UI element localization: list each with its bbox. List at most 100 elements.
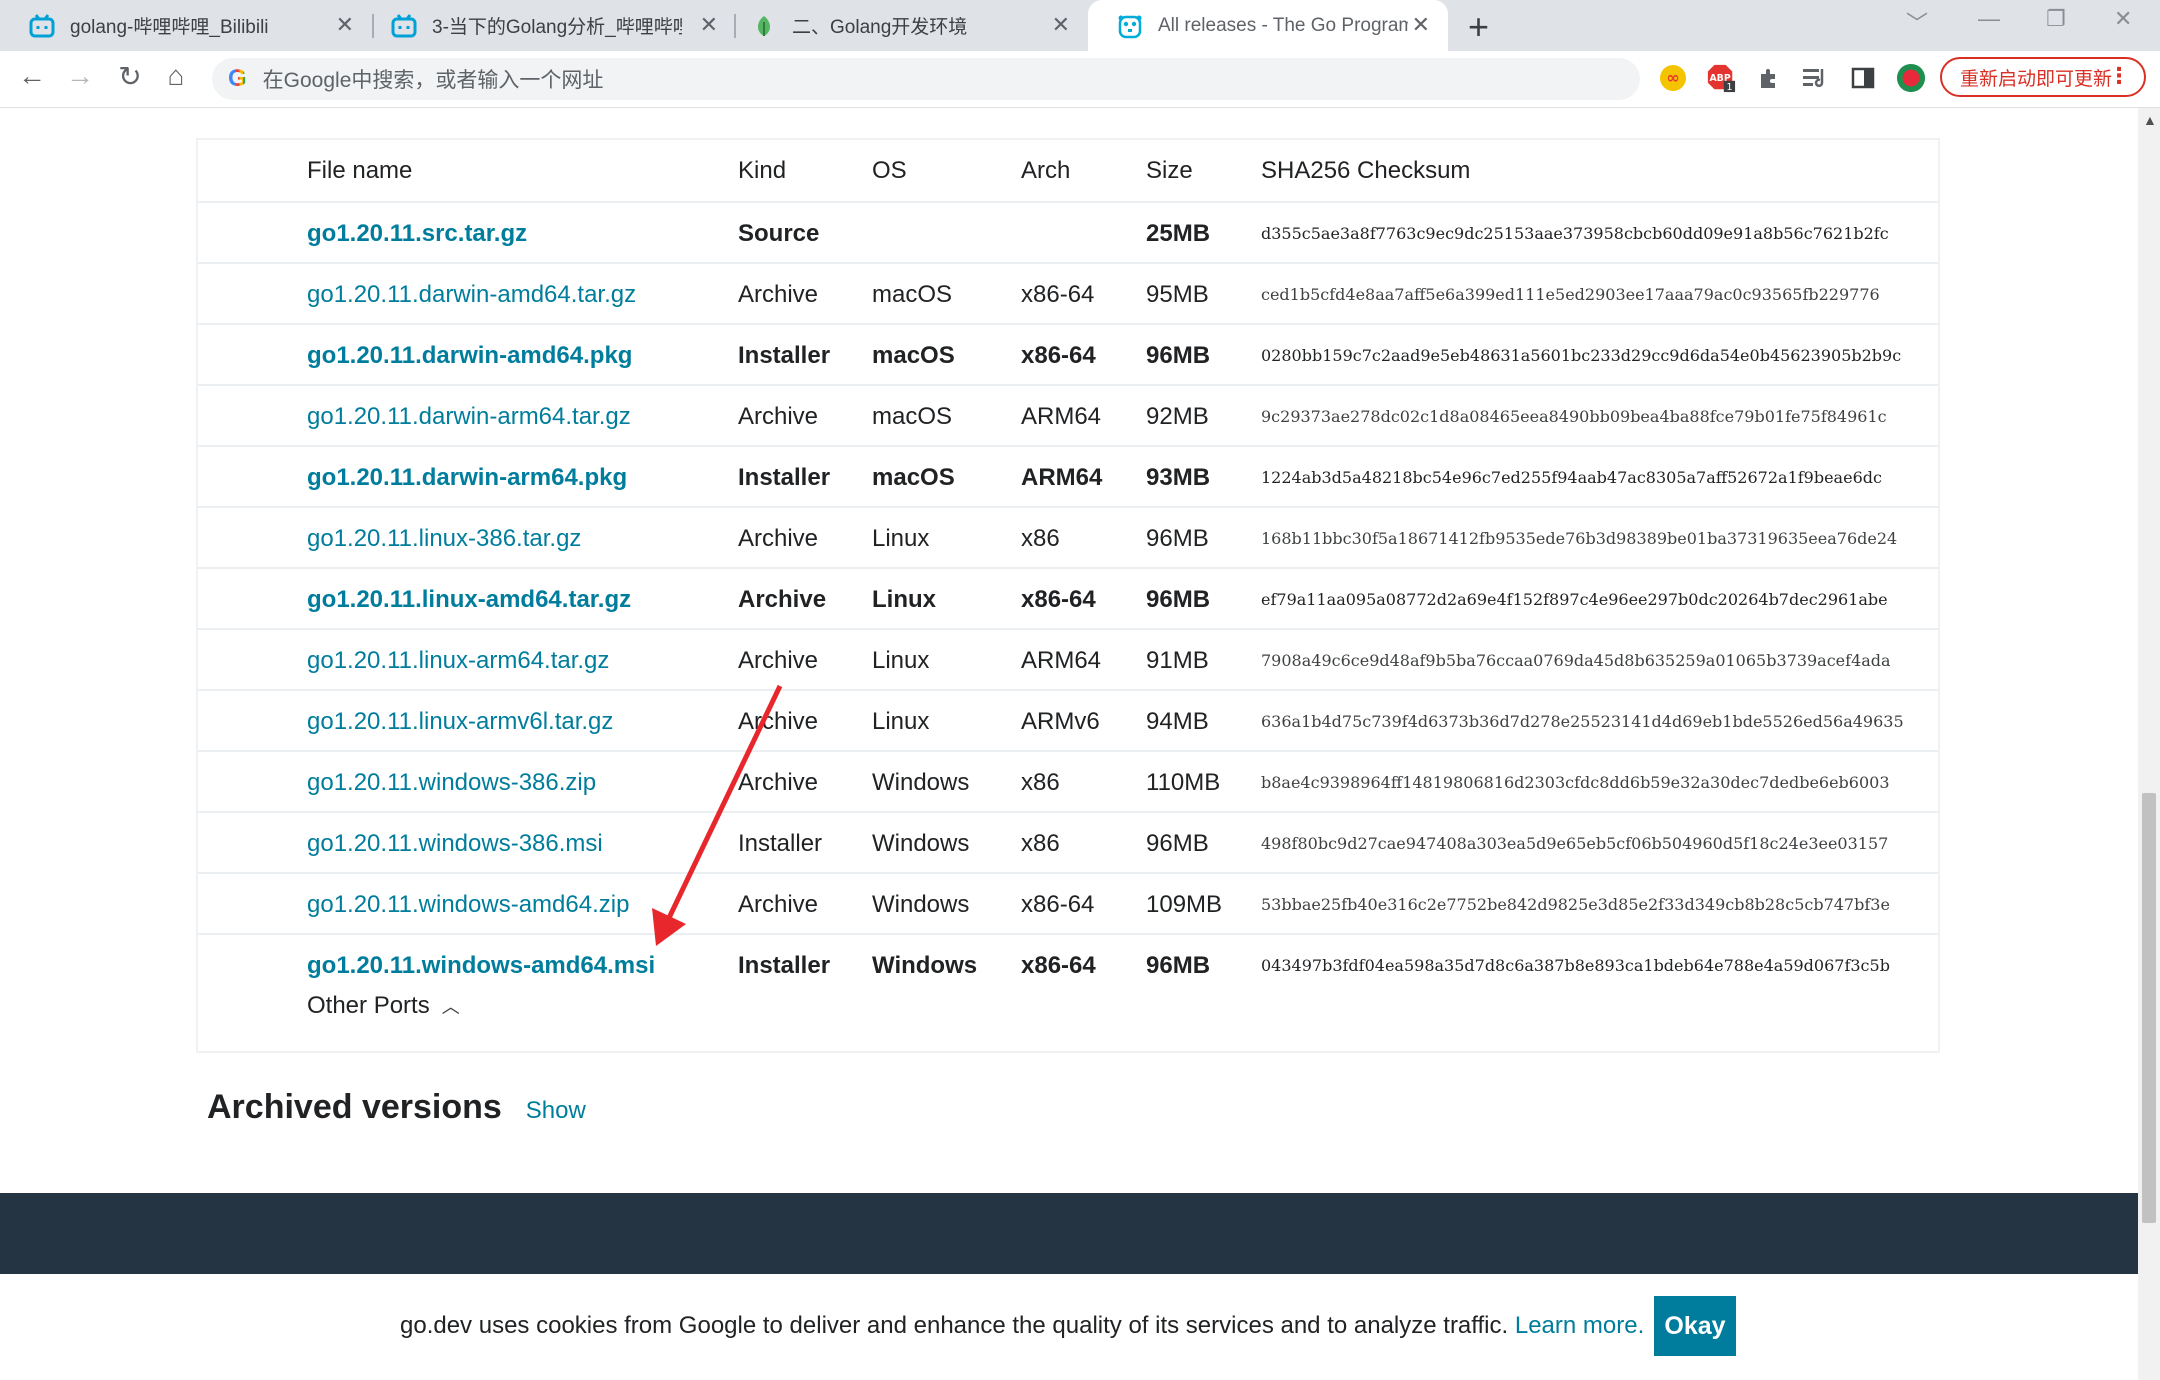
arch-cell: x86 bbox=[1021, 524, 1060, 552]
adblock-extension-icon[interactable]: ABP 1 bbox=[1706, 63, 1736, 93]
bilibili-icon bbox=[390, 12, 418, 40]
cookie-message-wrap: go.dev uses cookies from Google to deliv… bbox=[400, 1312, 1644, 1340]
close-icon[interactable]: ✕ bbox=[1052, 12, 1070, 38]
size-cell: 93MB bbox=[1146, 463, 1211, 491]
reload-icon[interactable]: ↻ bbox=[112, 60, 148, 93]
file-name-cell: go1.20.11.darwin-amd64.tar.gz bbox=[307, 264, 636, 325]
tab-search-chevron-icon[interactable]: ﹀ bbox=[1906, 6, 1928, 38]
relaunch-update-button[interactable]: 重新启动即可更新 ⋮ bbox=[1940, 57, 2146, 97]
infinity-extension-icon[interactable]: ∞ bbox=[1658, 63, 1688, 93]
file-name-cell: go1.20.11.linux-arm64.tar.gz bbox=[307, 630, 609, 691]
file-name-link[interactable]: go1.20.11.darwin-arm64.pkg bbox=[307, 464, 627, 492]
cookie-okay-button[interactable]: Okay bbox=[1654, 1296, 1736, 1356]
tab-golang-env[interactable]: 二、Golang开发环境 ✕ bbox=[722, 0, 1088, 51]
file-name-link[interactable]: go1.20.11.darwin-arm64.tar.gz bbox=[307, 403, 631, 431]
table-row: go1.20.11.linux-arm64.tar.gz Archive Linux… bbox=[198, 628, 1938, 689]
kind-cell: Archive bbox=[738, 646, 819, 674]
size-cell: 96MB bbox=[1146, 524, 1209, 552]
file-name-link[interactable]: go1.20.11.windows-386.zip bbox=[307, 769, 596, 797]
scroll-thumb[interactable] bbox=[2142, 793, 2156, 1223]
os-cell: macOS bbox=[872, 341, 955, 369]
reading-list-icon[interactable] bbox=[1800, 63, 1830, 93]
address-placeholder: 在Google中搜索，或者输入一个网址 bbox=[262, 69, 604, 92]
file-name-link[interactable]: go1.20.11.linux-armv6l.tar.gz bbox=[307, 708, 613, 736]
cookie-learn-more-link[interactable]: Learn more. bbox=[1515, 1312, 1644, 1339]
back-arrow-icon[interactable]: ← bbox=[14, 60, 50, 92]
tab-title: All releases - The Go Program bbox=[1158, 14, 1408, 36]
file-name-link[interactable]: go1.20.11.windows-amd64.zip bbox=[307, 891, 629, 919]
table-row: go1.20.11.src.tar.gz Source 25MB d355c5ae3a… bbox=[198, 201, 1938, 262]
puzzle-extensions-icon[interactable] bbox=[1754, 63, 1784, 93]
kind-cell: Source bbox=[738, 219, 820, 247]
table-row: go1.20.11.windows-386.msi Installer Window… bbox=[198, 811, 1938, 872]
os-cell: Linux bbox=[872, 707, 930, 735]
file-name-cell: go1.20.11.linux-amd64.tar.gz bbox=[307, 569, 631, 630]
google-g-icon: G bbox=[228, 65, 247, 92]
table-row: go1.20.11.windows-386.zip Archive Windows x… bbox=[198, 750, 1938, 811]
file-name-link[interactable]: go1.20.11.linux-amd64.tar.gz bbox=[307, 586, 631, 614]
os-cell: macOS bbox=[872, 463, 955, 491]
header-sha256: SHA256 Checksum bbox=[1261, 156, 1471, 184]
file-name-cell: go1.20.11.windows-amd64.msi bbox=[307, 935, 655, 996]
file-name-link[interactable]: go1.20.11.darwin-amd64.pkg bbox=[307, 342, 632, 370]
sha256-cell: ef79a11aa095a08772d2a69e4f152f897c4e96ee… bbox=[1261, 590, 1888, 609]
scroll-up-arrow-icon[interactable]: ▲ bbox=[2143, 112, 2157, 128]
file-name-link[interactable]: go1.20.11.darwin-amd64.tar.gz bbox=[307, 281, 636, 309]
adblock-badge-count: 1 bbox=[1726, 82, 1732, 93]
close-icon[interactable]: ✕ bbox=[336, 12, 354, 38]
tab-strip: golang-哔哩哔哩_Bilibili ✕ 3-当下的Golang分析_哔哩哔… bbox=[0, 0, 2160, 51]
file-name-link[interactable]: go1.20.11.windows-386.msi bbox=[307, 830, 603, 858]
size-cell: 96MB bbox=[1146, 829, 1209, 857]
file-name-link[interactable]: go1.20.11.linux-arm64.tar.gz bbox=[307, 647, 609, 675]
tab-title: 3-当下的Golang分析_哔哩哔哩 bbox=[432, 17, 682, 38]
restore-icon[interactable]: ❐ bbox=[2046, 6, 2066, 32]
new-tab-button[interactable]: + bbox=[1468, 6, 1489, 48]
kind-cell: Installer bbox=[738, 341, 831, 369]
arch-cell: x86 bbox=[1021, 768, 1060, 796]
file-name-cell: go1.20.11.darwin-amd64.pkg bbox=[307, 325, 632, 386]
archived-show-link[interactable]: Show bbox=[526, 1097, 586, 1125]
size-cell: 94MB bbox=[1146, 707, 1209, 735]
tab-bilibili-golang[interactable]: golang-哔哩哔哩_Bilibili ✕ bbox=[0, 0, 372, 51]
minimize-icon[interactable]: — bbox=[1978, 6, 2000, 32]
profile-avatar[interactable] bbox=[1896, 63, 1926, 93]
table-row: go1.20.11.darwin-amd64.pkg Installer macOS… bbox=[198, 323, 1938, 384]
file-name-link[interactable]: go1.20.11.src.tar.gz bbox=[307, 220, 527, 248]
arch-cell: x86-64 bbox=[1021, 341, 1096, 369]
other-ports-label: Other Ports bbox=[307, 992, 430, 1019]
file-name-link[interactable]: go1.20.11.windows-amd64.msi bbox=[307, 952, 655, 980]
size-cell: 96MB bbox=[1146, 585, 1211, 613]
home-icon[interactable]: ⌂ bbox=[158, 60, 194, 92]
arch-cell: ARM64 bbox=[1021, 463, 1103, 491]
tab-title: 二、Golang开发环境 bbox=[792, 17, 968, 38]
tab-bilibili-analysis[interactable]: 3-当下的Golang分析_哔哩哔哩 ✕ bbox=[362, 0, 736, 51]
arch-cell: x86 bbox=[1021, 829, 1060, 857]
size-cell: 96MB bbox=[1146, 341, 1211, 369]
table-row: go1.20.11.darwin-arm64.pkg Installer macOS… bbox=[198, 445, 1938, 506]
os-cell: Windows bbox=[872, 829, 970, 857]
kind-cell: Archive bbox=[738, 585, 827, 613]
archived-versions-heading: Archived versions bbox=[207, 1088, 502, 1126]
sha256-cell: 636a1b4d75c739f4d6373b36d7d278e25523141d… bbox=[1261, 712, 1904, 731]
side-panel-icon[interactable] bbox=[1848, 63, 1878, 93]
arch-cell: x86-64 bbox=[1021, 951, 1096, 979]
window-close-icon[interactable]: ✕ bbox=[2114, 6, 2132, 32]
sha256-cell: 7908a49c6ce9d48af9b5ba76ccaa0769da45d8b6… bbox=[1261, 651, 1891, 670]
close-icon[interactable]: ✕ bbox=[1412, 12, 1430, 38]
sha256-cell: b8ae4c9398964ff14819806816d2303cfdc8dd6b… bbox=[1261, 773, 1890, 792]
other-ports-toggle[interactable]: Other Ports ︿ bbox=[307, 992, 460, 1020]
address-bar[interactable]: G 在Google中搜索，或者输入一个网址 bbox=[212, 58, 1640, 100]
page-scrollbar[interactable]: ▲ bbox=[2138, 108, 2160, 1380]
file-name-cell: go1.20.11.linux-386.tar.gz bbox=[307, 508, 581, 569]
tab-go-releases[interactable]: All releases - The Go Program ✕ bbox=[1088, 0, 1448, 51]
close-icon[interactable]: ✕ bbox=[700, 12, 718, 38]
sha256-cell: 498f80bc9d27cae947408a303ea5d9e65eb5cf06… bbox=[1261, 834, 1889, 853]
forward-arrow-icon[interactable]: → bbox=[62, 60, 98, 92]
table-row: go1.20.11.darwin-amd64.tar.gz Archive macO… bbox=[198, 262, 1938, 323]
arch-cell: x86-64 bbox=[1021, 585, 1096, 613]
kind-cell: Installer bbox=[738, 951, 831, 979]
file-name-link[interactable]: go1.20.11.linux-386.tar.gz bbox=[307, 525, 581, 553]
size-cell: 95MB bbox=[1146, 280, 1209, 308]
file-name-cell: go1.20.11.windows-amd64.zip bbox=[307, 874, 629, 935]
os-cell: Windows bbox=[872, 768, 970, 796]
